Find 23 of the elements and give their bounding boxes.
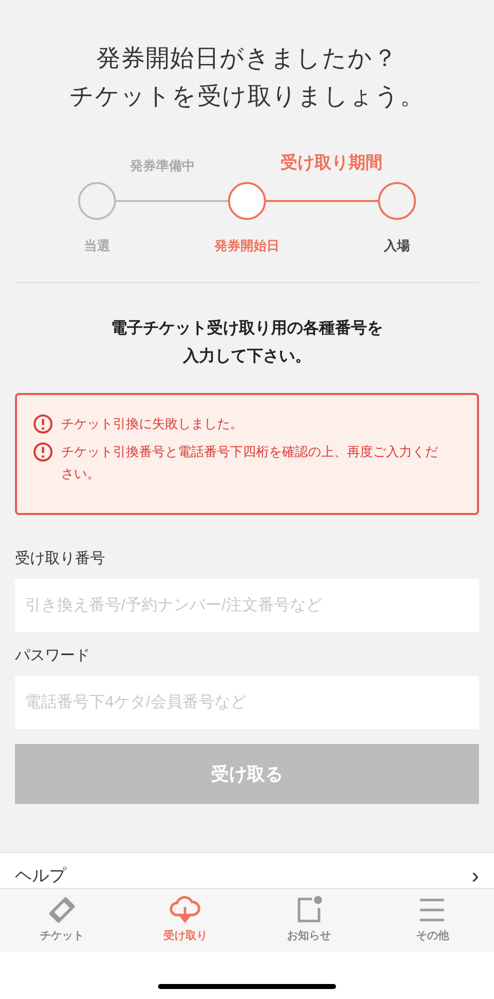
step-label: 当選 bbox=[84, 237, 110, 255]
help-row[interactable]: ヘルプ › bbox=[0, 852, 494, 888]
error-message: チケット引換に失敗しました。 bbox=[61, 415, 243, 433]
phase-label: 受け取り期間 bbox=[280, 152, 382, 174]
tab-item[interactable]: お知らせ bbox=[247, 889, 370, 952]
alert-icon bbox=[33, 414, 53, 434]
instruction-text: 電子チケット受け取り用の各種番号を bbox=[111, 318, 383, 339]
tab-item[interactable]: その他 bbox=[370, 889, 494, 952]
chevron-icon: › bbox=[472, 864, 479, 888]
cloud-download-icon bbox=[168, 895, 202, 925]
error-message: チケット引換番号と電話番号下四桁を確認の上、再度ご入力ください。 bbox=[61, 443, 439, 483]
tab-item[interactable]: チケット bbox=[0, 889, 124, 952]
tab-item[interactable]: 受け取り bbox=[124, 889, 247, 952]
heading-text: チケットを受け取りましょう。 bbox=[69, 82, 425, 112]
step-label: 入場 bbox=[384, 237, 410, 255]
field-label: 受け取り番号 bbox=[15, 549, 106, 569]
phase-label: 発券準備中 bbox=[130, 157, 195, 175]
alert-icon bbox=[33, 442, 53, 462]
instruction-text: 入力して下さい。 bbox=[183, 346, 311, 367]
heading-text: 発券開始日がきましたか？ bbox=[96, 44, 398, 74]
field-label: パスワード bbox=[15, 646, 91, 666]
step-label: 発券開始日 bbox=[214, 237, 280, 255]
help-label: ヘルプ bbox=[15, 865, 66, 887]
